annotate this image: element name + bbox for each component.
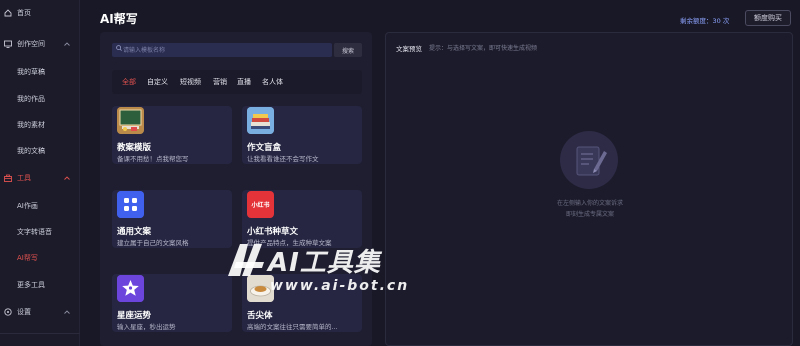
empty-state-line-2: 即刻生成专属文案 [565, 211, 614, 218]
preview-hint: 提示：与选择写文案，即可快速生成视频 [429, 45, 538, 52]
xiaohongshu-icon: 小红书 [247, 191, 274, 218]
toolbox-icon [4, 174, 12, 182]
sidebar-item-my-documents[interactable]: 我的文稿 [0, 138, 80, 164]
card-description: 高端的文案往往只需要简单的... [247, 323, 338, 331]
sidebar-item-label: 工具 [17, 174, 31, 182]
template-card-horoscope[interactable]: 星座运势 输入星座，秒出运势 [112, 274, 232, 332]
sidebar-item-label: 我的作品 [17, 95, 45, 103]
tab-live[interactable]: 直播 [237, 77, 251, 87]
card-description: 备课不用愁！点我帮您写 [117, 155, 189, 163]
sidebar-item-my-materials[interactable]: 我的素材 [0, 112, 80, 138]
sidebar-item-creation-space[interactable]: 创作空间 [0, 31, 80, 57]
apps-grid-icon [117, 191, 144, 218]
settings-icon [4, 308, 12, 316]
sidebar: 首页 创作空间 我的草稿 我的作品 我的素材 我的文稿 工具 AI作画 文字转语… [0, 0, 80, 346]
sidebar-item-settings[interactable]: 设置 [0, 299, 80, 325]
card-title: 通用文案 [117, 227, 152, 237]
card-description: 建立属于自己的文案风格 [117, 239, 189, 247]
card-title: 教案模版 [117, 143, 152, 153]
empty-state-line-1: 在左侧输入你的文案诉求 [556, 200, 623, 207]
sidebar-item-label: AI作画 [17, 202, 38, 210]
books-icon [247, 107, 274, 134]
tab-marketing[interactable]: 营销 [213, 77, 227, 87]
search-box[interactable] [112, 43, 332, 57]
watermark-logo-icon [226, 240, 270, 280]
sidebar-item-label: 我的草稿 [17, 68, 45, 76]
preview-title: 文案预览 [396, 45, 422, 53]
chevron-up-icon [64, 308, 70, 316]
card-title: 舌尖体 [247, 311, 273, 321]
tab-short-video[interactable]: 短视频 [180, 77, 201, 87]
remaining-quota: 剩余额度：30 次 [680, 17, 730, 25]
monitor-icon [4, 40, 12, 48]
sidebar-item-label: 创作空间 [17, 40, 45, 48]
sidebar-item-label: 更多工具 [17, 281, 45, 289]
sidebar-item-home[interactable]: 首页 [0, 0, 80, 26]
card-description: 输入星座，秒出运势 [117, 323, 176, 331]
preview-panel: 文案预览 提示：与选择写文案，即可快速生成视频 在左侧输入你的文案诉求 即刻生成… [385, 32, 793, 346]
template-card-essay-box[interactable]: 作文盲盒 让我看看谁还不会写作文 [242, 106, 362, 164]
search-button[interactable]: 搜索 [334, 43, 362, 57]
tab-celebrity-style[interactable]: 名人体 [262, 77, 283, 87]
chevron-up-icon [64, 174, 70, 182]
sidebar-item-text-to-speech[interactable]: 文字转语音 [0, 219, 80, 245]
document-pen-icon [560, 131, 618, 189]
search-icon [116, 45, 122, 53]
template-card-general-copy[interactable]: 通用文案 建立属于自己的文案风格 [112, 190, 232, 248]
sidebar-item-ai-writing[interactable]: AI帮写 [0, 245, 80, 271]
sidebar-item-my-works[interactable]: 我的作品 [0, 86, 80, 112]
category-tabs: 全部 自定义 短视频 营销 直播 名人体 [112, 70, 362, 94]
card-title: 小红书种草文 [247, 227, 299, 237]
sidebar-item-more-tools[interactable]: 更多工具 [0, 272, 80, 298]
card-title: 星座运势 [117, 311, 152, 321]
xiaohongshu-logo-text: 小红书 [251, 202, 270, 209]
sidebar-item-label: 我的素材 [17, 121, 45, 129]
card-title: 作文盲盒 [247, 143, 282, 153]
home-icon [4, 9, 12, 17]
sidebar-item-label: AI帮写 [17, 254, 38, 262]
sidebar-item-my-drafts[interactable]: 我的草稿 [0, 59, 80, 85]
template-panel: 搜索 全部 自定义 短视频 营销 直播 名人体 教案模版 备课不用愁！点我帮您写 [100, 32, 372, 346]
search-input[interactable] [123, 44, 323, 56]
card-description: 让我看看谁还不会写作文 [247, 155, 319, 163]
divider [0, 333, 80, 334]
watermark-text: AI工具集 [268, 248, 381, 278]
star-icon [117, 275, 144, 302]
page-title: AI帮写 [100, 12, 138, 26]
tab-all[interactable]: 全部 [122, 77, 136, 87]
sidebar-item-label: 文字转语音 [17, 228, 52, 236]
sidebar-item-label: 设置 [17, 308, 31, 316]
buy-quota-button[interactable]: 额度购买 [745, 10, 791, 26]
sidebar-item-ai-painting[interactable]: AI作画 [0, 193, 80, 219]
sidebar-item-tools[interactable]: 工具 [0, 165, 80, 191]
template-card-lesson-plan[interactable]: 教案模版 备课不用愁！点我帮您写 [112, 106, 232, 164]
chevron-up-icon [64, 40, 70, 48]
sidebar-item-label: 首页 [17, 9, 31, 17]
watermark-url: www.ai-bot.cn [270, 278, 410, 294]
blackboard-icon [117, 107, 144, 134]
tab-custom[interactable]: 自定义 [147, 77, 168, 87]
sidebar-item-label: 我的文稿 [17, 147, 45, 155]
